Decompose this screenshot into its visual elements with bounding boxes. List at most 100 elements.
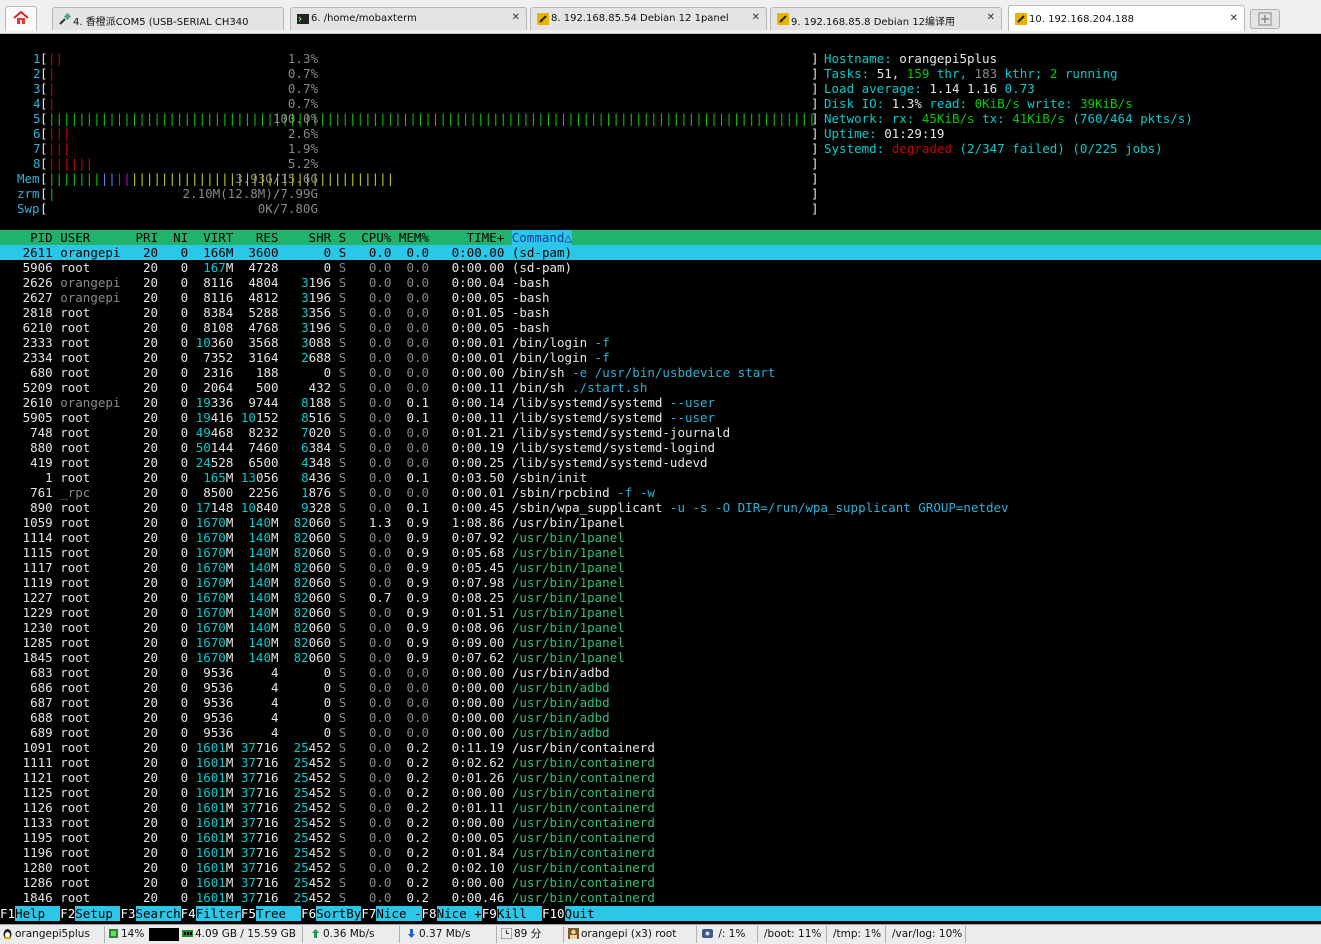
cpu-meter-bar: ||| [48,141,71,156]
process-row[interactable]: 686 root 20 0 9536 4 0 S 0.0 0.0 0:00.00… [0,680,1321,695]
process-row[interactable]: 1286 root 20 0 1601M 37716 25452 S 0.0 0… [0,875,1321,890]
process-row[interactable]: 1285 root 20 0 1670M 140M 82060 S 0.0 0.… [0,635,1321,650]
process-row[interactable]: 1059 root 20 0 1670M 140M 82060 S 1.3 0.… [0,515,1321,530]
tab-label: 10. 192.168.204.188 [1029,14,1134,25]
close-icon[interactable]: ✕ [1230,13,1238,24]
process-row[interactable]: 890 root 20 0 17148 10840 9328 S 0.0 0.1… [0,500,1321,515]
process-row[interactable]: 1125 root 20 0 1601M 37716 25452 S 0.0 0… [0,785,1321,800]
cpu-meter-bar: | [48,81,56,96]
terminal-area[interactable]: 1[|| 1.3%] 2[| 0.7%] 3[| 0.7%] 4[| 0.7%] 5[|||||… [0,36,1321,922]
fkey-f9[interactable]: F9 [482,906,497,921]
process-row[interactable]: 6210 root 20 0 8108 4768 3196 S 0.0 0.0 … [0,320,1321,335]
status-disk-boot: /boot: 11% [764,928,822,940]
tab-ssh-85-54[interactable]: 8. 192.168.85.54 Debian 12 1panel ✕ [530,7,767,30]
close-icon[interactable]: ✕ [987,12,995,23]
fkey-f10[interactable]: F10 [542,906,565,921]
process-row[interactable]: 680 root 20 0 2316 188 0 S 0.0 0.0 0:00.… [0,365,1321,380]
fkey-label[interactable]: Search [135,906,181,921]
mem-meter-mem: Mem[||||||||||||||||||||||||||||||||||||… [17,171,819,186]
process-row[interactable]: 2611 orangepi 20 0 166M 3600 0 S 0.0 0.0… [0,245,1321,260]
process-row[interactable]: 2610 orangepi 20 0 19336 9744 8188 S 0.0… [0,395,1321,410]
process-row[interactable]: 1114 root 20 0 1670M 140M 82060 S 0.0 0.… [0,530,1321,545]
home-icon [13,11,29,24]
status-download: 0.37 Mb/s [406,927,470,942]
fkey-label[interactable]: Tree [255,906,302,921]
fkey-label[interactable]: Filter [195,906,241,921]
process-table-header[interactable]: PID USER PRI NI VIRT RES SHR S CPU% MEM%… [0,230,1321,245]
process-row[interactable]: 687 root 20 0 9536 4 0 S 0.0 0.0 0:00.00… [0,695,1321,710]
fkey-label[interactable]: SortBy [316,906,362,921]
fkey-f1[interactable]: F1 [0,906,15,921]
cpu-meter-1: 1[|| 1.3%] [33,51,819,66]
tab-ssh-85-8[interactable]: 9. 192.168.85.8 Debian 12编译用 ✕ [770,7,1002,30]
process-row[interactable]: 2626 orangepi 20 0 8116 4804 3196 S 0.0 … [0,275,1321,290]
fkey-label[interactable]: Nice - [376,906,422,921]
process-row[interactable]: 1230 root 20 0 1670M 140M 82060 S 0.0 0.… [0,620,1321,635]
process-row[interactable]: 1846 root 20 0 1601M 37716 25452 S 0.0 0… [0,890,1321,905]
process-row[interactable]: 1195 root 20 0 1601M 37716 25452 S 0.0 0… [0,830,1321,845]
status-bar: orangepi5plus 14% 4.09 GB / 15.59 GB 0.3… [0,924,1321,944]
tab-label: 4. 香橙派COM5 (USB-SERIAL CH340 [73,17,249,28]
upload-arrow-icon [312,929,319,938]
process-row[interactable]: 748 root 20 0 49468 8232 7020 S 0.0 0.0 … [0,425,1321,440]
process-row[interactable]: 1227 root 20 0 1670M 140M 82060 S 0.7 0.… [0,590,1321,605]
cpu-meter-percent: 0.7% [287,66,318,81]
tab-com5[interactable]: 4. 香橙派COM5 (USB-SERIAL CH340 [52,7,284,30]
process-row[interactable]: 683 root 20 0 9536 4 0 S 0.0 0.0 0:00.00… [0,665,1321,680]
process-row[interactable]: 1115 root 20 0 1670M 140M 82060 S 0.0 0.… [0,545,1321,560]
process-row[interactable]: 1117 root 20 0 1670M 140M 82060 S 0.0 0.… [0,560,1321,575]
fkey-f6[interactable]: F6 [301,906,316,921]
column-headers[interactable]: PID USER PRI NI VIRT RES SHR S CPU% MEM%… [0,230,512,245]
process-row[interactable]: 5905 root 20 0 19416 10152 8516 S 0.0 0.… [0,410,1321,425]
process-row[interactable]: 689 root 20 0 9536 4 0 S 0.0 0.0 0:00.00… [0,725,1321,740]
process-row[interactable]: 1196 root 20 0 1601M 37716 25452 S 0.0 0… [0,845,1321,860]
process-row[interactable]: 1091 root 20 0 1601M 37716 25452 S 0.0 0… [0,740,1321,755]
process-row[interactable]: 1126 root 20 0 1601M 37716 25452 S 0.0 0… [0,800,1321,815]
process-row[interactable]: 1229 root 20 0 1670M 140M 82060 S 0.0 0.… [0,605,1321,620]
cpu-meter-bar: | [48,66,56,81]
close-icon[interactable]: ✕ [512,12,520,23]
fkey-f8[interactable]: F8 [422,906,437,921]
process-row[interactable]: 1111 root 20 0 1601M 37716 25452 S 0.0 0… [0,755,1321,770]
fkey-f5[interactable]: F5 [241,906,256,921]
new-tab-button[interactable] [1250,9,1280,29]
process-row[interactable]: 761 _rpc 20 0 8500 2256 1876 S 0.0 0.0 0… [0,485,1321,500]
process-row[interactable]: 1133 root 20 0 1601M 37716 25452 S 0.0 0… [0,815,1321,830]
process-row[interactable]: 5906 root 20 0 167M 4728 0 S 0.0 0.0 0:0… [0,260,1321,275]
fkey-f3[interactable]: F3 [120,906,135,921]
process-row[interactable]: 880 root 20 0 50144 7460 6384 S 0.0 0.0 … [0,440,1321,455]
fkey-label[interactable]: Nice + [436,906,482,921]
fkey-f4[interactable]: F4 [181,906,196,921]
fkey-label[interactable]: Kill [496,906,542,921]
process-row[interactable]: 2334 root 20 0 7352 3164 2688 S 0.0 0.0 … [0,350,1321,365]
cpu-meter-percent: 2.6% [287,126,318,141]
cpu-meter-bar: | [48,96,56,111]
fkey-label[interactable]: Setup [75,906,121,921]
column-header-command[interactable]: Command△ [511,230,572,245]
process-row[interactable]: 1280 root 20 0 1601M 37716 25452 S 0.0 0… [0,860,1321,875]
process-row[interactable]: 1845 root 20 0 1670M 140M 82060 S 0.0 0.… [0,650,1321,665]
process-row[interactable]: 1 root 20 0 165M 13056 8436 S 0.0 0.1 0:… [0,470,1321,485]
cpu-meter-bar: || [48,51,64,66]
process-row[interactable]: 1119 root 20 0 1670M 140M 82060 S 0.0 0.… [0,575,1321,590]
close-icon[interactable]: ✕ [752,12,760,23]
process-row[interactable]: 1121 root 20 0 1601M 37716 25452 S 0.0 0… [0,770,1321,785]
home-tab-button[interactable] [5,6,37,31]
fkey-label[interactable]: Quit [564,906,610,921]
process-row[interactable]: 2818 root 20 0 8384 5288 3356 S 0.0 0.0 … [0,305,1321,320]
tab-mobaxterm-home[interactable]: 6. /home/mobaxterm ✕ [290,7,527,30]
clock-icon [501,928,512,939]
fkey-label[interactable]: Help [15,906,61,921]
mem-meter-label: Mem [17,171,40,186]
tab-bar: 4. 香橙派COM5 (USB-SERIAL CH340 6. /home/mo… [0,0,1321,34]
ssh-key-icon [777,13,789,25]
tab-ssh-204-188[interactable]: 10. 192.168.204.188 ✕ [1008,5,1245,31]
fkey-f7[interactable]: F7 [361,906,376,921]
process-row[interactable]: 688 root 20 0 9536 4 0 S 0.0 0.0 0:00.00… [0,710,1321,725]
process-row[interactable]: 419 root 20 0 24528 6500 4348 S 0.0 0.0 … [0,455,1321,470]
process-row[interactable]: 5209 root 20 0 2064 500 432 S 0.0 0.0 0:… [0,380,1321,395]
fkey-f2[interactable]: F2 [60,906,75,921]
process-row[interactable]: 2627 orangepi 20 0 8116 4812 3196 S 0.0 … [0,290,1321,305]
process-row[interactable]: 2333 root 20 0 10360 3568 3088 S 0.0 0.0… [0,335,1321,350]
status-disk-root: /: 1% [702,927,745,942]
